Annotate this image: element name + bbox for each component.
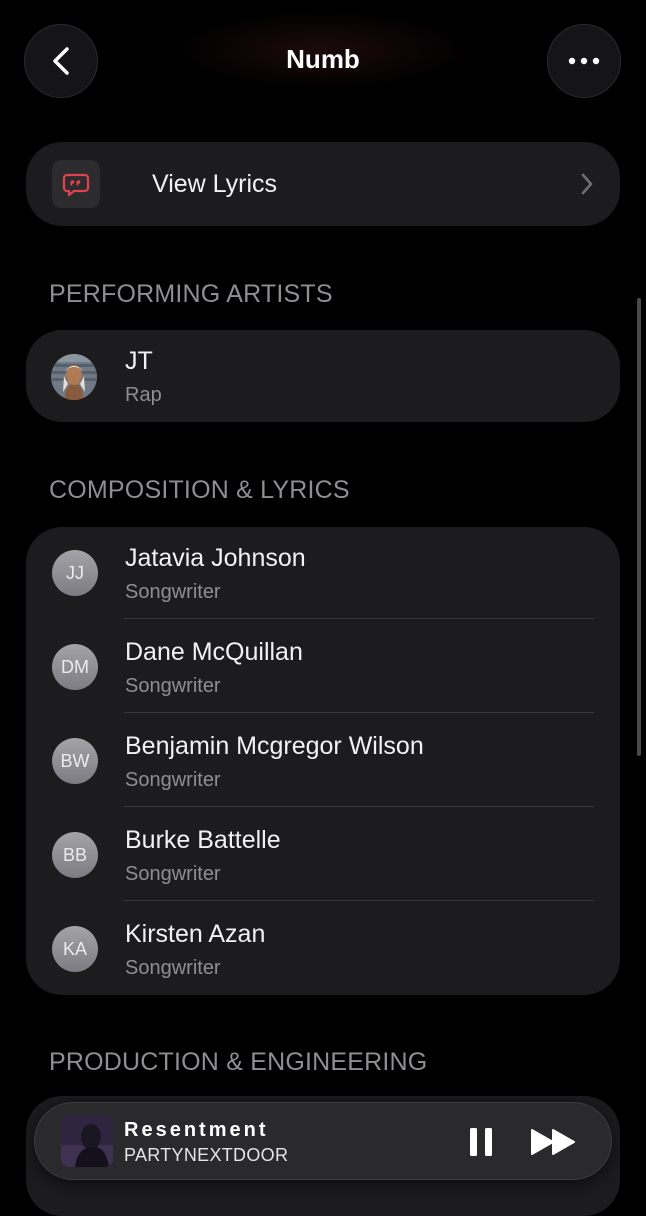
row-divider — [124, 618, 594, 619]
mini-player[interactable]: Resentment PARTYNEXTDOOR — [34, 1102, 612, 1180]
ellipsis-icon — [568, 57, 600, 65]
artist-name: JT — [125, 347, 153, 375]
avatar-initials: BW — [52, 738, 98, 784]
now-playing-title: Resentment — [124, 1119, 269, 1141]
credit-name[interactable]: Dane McQuillan — [125, 638, 303, 667]
view-lyrics-row[interactable]: View Lyrics — [26, 142, 620, 226]
section-header-composition-lyrics: COMPOSITION & LYRICS — [49, 476, 350, 504]
row-divider — [124, 900, 594, 901]
avatar-initials: KA — [52, 926, 98, 972]
credit-name[interactable]: Jatavia Johnson — [125, 544, 306, 573]
credit-role: Songwriter — [125, 769, 221, 791]
row-divider — [124, 806, 594, 807]
lyrics-icon — [52, 160, 100, 208]
credit-name[interactable]: Benjamin Mcgregor Wilson — [125, 732, 424, 761]
avatar-initials: JJ — [52, 550, 98, 596]
pause-icon[interactable] — [465, 1125, 497, 1159]
avatar-initials: BB — [52, 832, 98, 878]
credit-name[interactable]: Burke Battelle — [125, 826, 281, 855]
row-divider — [124, 712, 594, 713]
view-lyrics-label: View Lyrics — [152, 170, 278, 198]
fast-forward-icon[interactable] — [529, 1125, 579, 1159]
section-header-production-engineering: PRODUCTION & ENGINEERING — [49, 1048, 428, 1076]
album-art — [61, 1115, 113, 1167]
scrollbar[interactable] — [637, 298, 641, 756]
credit-name[interactable]: Kirsten Azan — [125, 920, 265, 949]
section-header-performing-artists: PERFORMING ARTISTS — [49, 280, 333, 308]
credit-role: Songwriter — [125, 675, 221, 697]
credit-role: Songwriter — [125, 581, 221, 603]
artist-row-jt[interactable] — [26, 330, 620, 422]
artist-role: Rap — [125, 384, 162, 406]
composition-list — [26, 527, 620, 995]
chevron-right-icon — [581, 173, 593, 195]
credit-role: Songwriter — [125, 863, 221, 885]
more-options-button[interactable] — [547, 24, 621, 98]
credit-role: Songwriter — [125, 957, 221, 979]
artist-avatar — [51, 354, 97, 400]
avatar-initials: DM — [52, 644, 98, 690]
now-playing-artist: PARTYNEXTDOOR — [124, 1145, 289, 1165]
